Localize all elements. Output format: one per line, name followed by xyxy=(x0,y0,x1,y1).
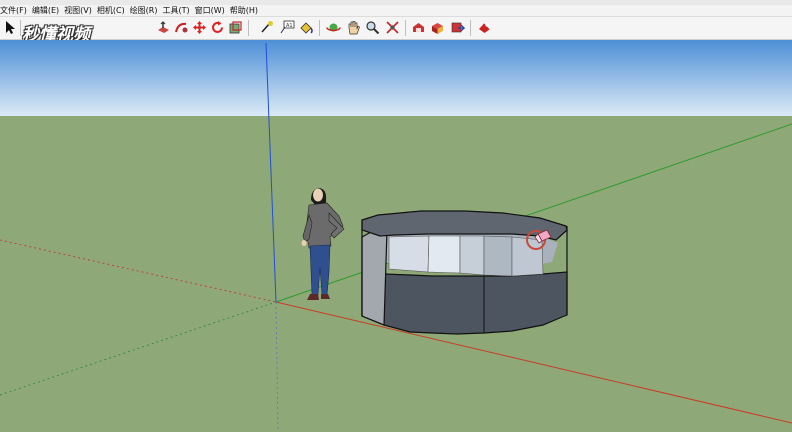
menu-view[interactable]: 视图(V) xyxy=(64,5,97,16)
extension-icon xyxy=(479,22,491,33)
3d-viewport[interactable] xyxy=(0,40,792,432)
scene-canvas[interactable] xyxy=(0,40,792,432)
menu-window[interactable]: 窗口(W) xyxy=(195,5,230,16)
components-tool[interactable] xyxy=(429,19,446,36)
text-tool[interactable]: A1 xyxy=(279,19,296,36)
rotate-icon xyxy=(212,21,223,33)
zoom-tool[interactable] xyxy=(364,19,381,36)
push-pull-icon xyxy=(158,21,169,33)
video-watermark-logo: 秒懂视频 xyxy=(22,25,90,45)
sky xyxy=(0,40,792,116)
svg-text:A1: A1 xyxy=(286,23,293,29)
menu-edit[interactable]: 编辑(E) xyxy=(32,5,64,16)
share-model-tool[interactable] xyxy=(449,19,466,36)
text-icon: A1 xyxy=(280,20,295,34)
menu-draw[interactable]: 绘图(R) xyxy=(130,5,163,16)
scale-tool[interactable] xyxy=(227,19,244,36)
follow-me-tool[interactable] xyxy=(173,19,190,36)
move-icon xyxy=(193,21,206,34)
zoom-extents-tool[interactable] xyxy=(384,19,401,36)
main-toolbar: A1 xyxy=(0,17,792,40)
paint-bucket-tool[interactable] xyxy=(298,19,315,36)
select-tool[interactable] xyxy=(2,19,19,36)
share-model-icon xyxy=(451,22,465,33)
zoom-magnifier-icon xyxy=(366,21,380,35)
menu-help[interactable]: 帮助(H) xyxy=(230,5,263,16)
warehouse-tool[interactable] xyxy=(410,19,427,36)
menu-camera[interactable]: 相机(C) xyxy=(97,5,130,16)
scale-icon xyxy=(229,21,242,34)
zoom-extents-icon xyxy=(386,21,399,34)
menu-tools[interactable]: 工具(T) xyxy=(163,5,195,16)
extension-tool[interactable] xyxy=(476,19,493,36)
paint-bucket-icon xyxy=(300,22,313,34)
pan-hand-icon xyxy=(348,21,360,35)
sketchup-window: 文件(F) 编辑(E) 视图(V) 相机(C) 绘图(R) 工具(T) 窗口(W… xyxy=(0,0,792,432)
follow-me-icon xyxy=(175,22,188,33)
components-icon xyxy=(432,23,443,34)
tape-measure-icon xyxy=(261,21,273,33)
menu-file[interactable]: 文件(F) xyxy=(0,5,32,16)
eraser-tool[interactable] xyxy=(155,19,172,36)
menu-bar: 文件(F) 编辑(E) 视图(V) 相机(C) 绘图(R) 工具(T) 窗口(W… xyxy=(0,0,792,17)
move-tool[interactable] xyxy=(191,19,208,36)
orbit-icon xyxy=(326,23,341,32)
orbit-tool[interactable] xyxy=(325,19,342,36)
pan-tool[interactable] xyxy=(345,19,362,36)
tape-measure-tool[interactable] xyxy=(258,19,275,36)
rotate-tool[interactable] xyxy=(209,19,226,36)
arrow-cursor-icon xyxy=(6,21,15,34)
warehouse-icon xyxy=(413,23,424,32)
